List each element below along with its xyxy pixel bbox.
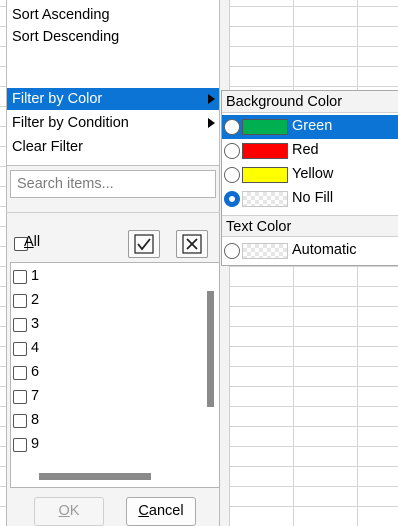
search-input[interactable] — [10, 170, 216, 198]
menu-item-label: Sort Ascending — [12, 7, 110, 23]
color-item-red[interactable]: Red — [222, 139, 398, 163]
list-item[interactable]: 2 — [11, 291, 201, 311]
menu-item-label: Filter by Color — [12, 91, 103, 107]
horizontal-scrollbar-thumb[interactable] — [39, 473, 151, 480]
color-item-label: Automatic — [292, 242, 357, 258]
radio-button[interactable] — [224, 119, 240, 135]
uncheck-all-button[interactable] — [176, 230, 208, 258]
list-item[interactable]: 4 — [11, 339, 201, 359]
values-list: 1 2 3 4 6 7 8 9 — [10, 262, 220, 488]
menu-item-clear-filter[interactable]: Clear Filter — [7, 136, 219, 158]
submenu-arrow-icon — [208, 118, 215, 128]
menu-item-label: Filter by Condition — [12, 115, 129, 131]
ok-label-rest: K — [69, 503, 80, 519]
list-item[interactable]: 6 — [11, 363, 201, 383]
item-checkbox[interactable] — [13, 366, 27, 380]
color-item-label: Red — [292, 142, 319, 158]
list-item[interactable]: 7 — [11, 387, 201, 407]
x-icon — [182, 234, 202, 254]
color-item-yellow[interactable]: Yellow — [222, 163, 398, 187]
menu-item-filter-by-condition[interactable]: Filter by Condition — [7, 112, 219, 134]
cancel-button[interactable]: Cancel — [126, 497, 196, 526]
color-swatch-automatic — [242, 243, 288, 259]
text-color-header: Text Color — [222, 215, 398, 237]
item-label: 8 — [31, 412, 40, 428]
submenu-arrow-icon — [208, 94, 215, 104]
color-item-automatic[interactable]: Automatic — [222, 239, 398, 263]
color-item-label: No Fill — [292, 190, 334, 206]
color-swatch-green — [242, 119, 288, 135]
ok-button[interactable]: OK — [34, 497, 104, 526]
item-label: 9 — [31, 436, 40, 452]
divider — [6, 212, 220, 213]
item-checkbox[interactable] — [13, 342, 27, 356]
item-checkbox[interactable] — [13, 318, 27, 332]
check-icon — [134, 234, 154, 254]
cancel-label-rest: ancel — [148, 503, 184, 519]
item-label: 2 — [31, 292, 40, 308]
item-label: 6 — [31, 364, 40, 380]
menu-item-filter-by-color[interactable]: Filter by Color — [7, 88, 219, 110]
background-color-header: Background Color — [222, 91, 398, 113]
item-label: 1 — [31, 268, 40, 284]
menu-item-label: Sort Descending — [12, 29, 120, 45]
radio-button-checked[interactable] — [224, 191, 240, 207]
select-all-mnemonic: A — [24, 234, 34, 250]
select-all-label: All — [24, 234, 40, 250]
color-swatch-red — [242, 143, 288, 159]
color-item-label: Yellow — [292, 166, 334, 182]
item-checkbox[interactable] — [13, 438, 27, 452]
menu-item-sort-descending[interactable]: Sort Descending — [7, 26, 219, 48]
item-checkbox[interactable] — [13, 390, 27, 404]
radio-button[interactable] — [224, 167, 240, 183]
cancel-mnemonic: C — [138, 503, 149, 519]
filter-menu: Sort Ascending Sort Descending Filter by… — [6, 0, 220, 166]
radio-button[interactable] — [224, 243, 240, 259]
ok-mnemonic: O — [58, 503, 70, 519]
list-item[interactable]: 3 — [11, 315, 201, 335]
check-all-button[interactable] — [128, 230, 160, 258]
item-label: 3 — [31, 316, 40, 332]
menu-item-sort-ascending[interactable]: Sort Ascending — [7, 4, 219, 26]
item-checkbox[interactable] — [13, 414, 27, 428]
list-item[interactable]: 9 — [11, 435, 201, 455]
item-checkbox[interactable] — [13, 270, 27, 284]
item-label: 7 — [31, 388, 40, 404]
filter-by-color-submenu: Background Color Green Red Yellow No Fil… — [221, 90, 398, 266]
color-item-label: Green — [292, 118, 333, 134]
radio-button[interactable] — [224, 143, 240, 159]
color-item-green[interactable]: Green — [222, 115, 398, 139]
menu-item-label: Clear Filter — [12, 139, 83, 155]
color-item-no-fill[interactable]: No Fill — [222, 187, 398, 211]
item-label: 4 — [31, 340, 40, 356]
color-swatch-no-fill — [242, 191, 288, 207]
list-item[interactable]: 8 — [11, 411, 201, 431]
select-all-label-rest: ll — [33, 234, 41, 250]
vertical-scrollbar-thumb[interactable] — [207, 291, 214, 407]
color-swatch-yellow — [242, 167, 288, 183]
list-item[interactable]: 1 — [11, 267, 201, 287]
item-checkbox[interactable] — [13, 294, 27, 308]
